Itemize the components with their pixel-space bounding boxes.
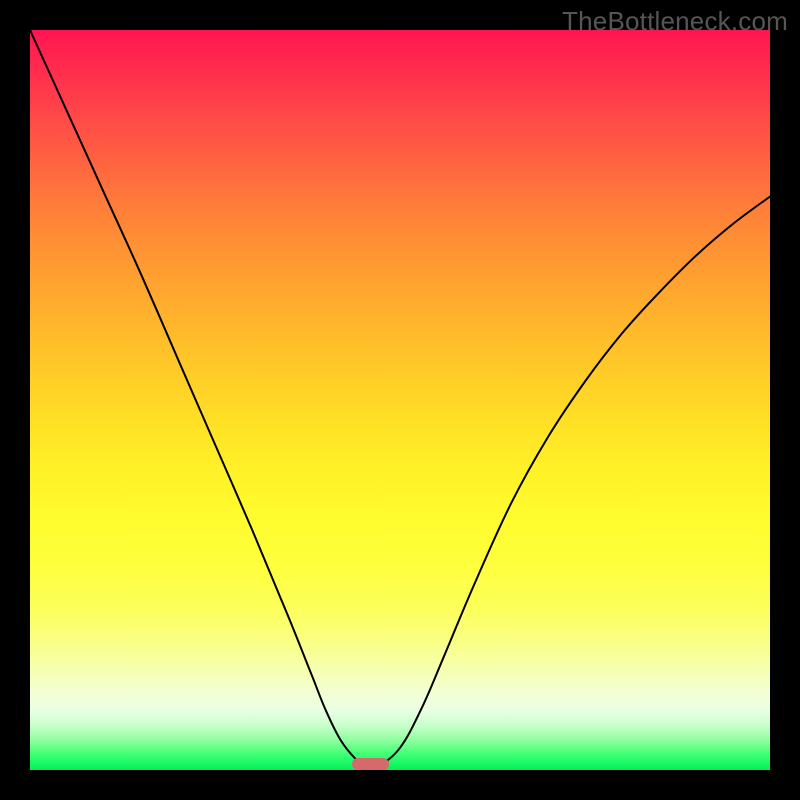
plot-area <box>30 30 770 770</box>
watermark-text: TheBottleneck.com <box>562 6 788 37</box>
curve-svg <box>30 30 770 770</box>
bottleneck-curve-path <box>30 30 770 768</box>
chart-frame: TheBottleneck.com <box>0 0 800 800</box>
minimum-marker <box>352 758 389 770</box>
